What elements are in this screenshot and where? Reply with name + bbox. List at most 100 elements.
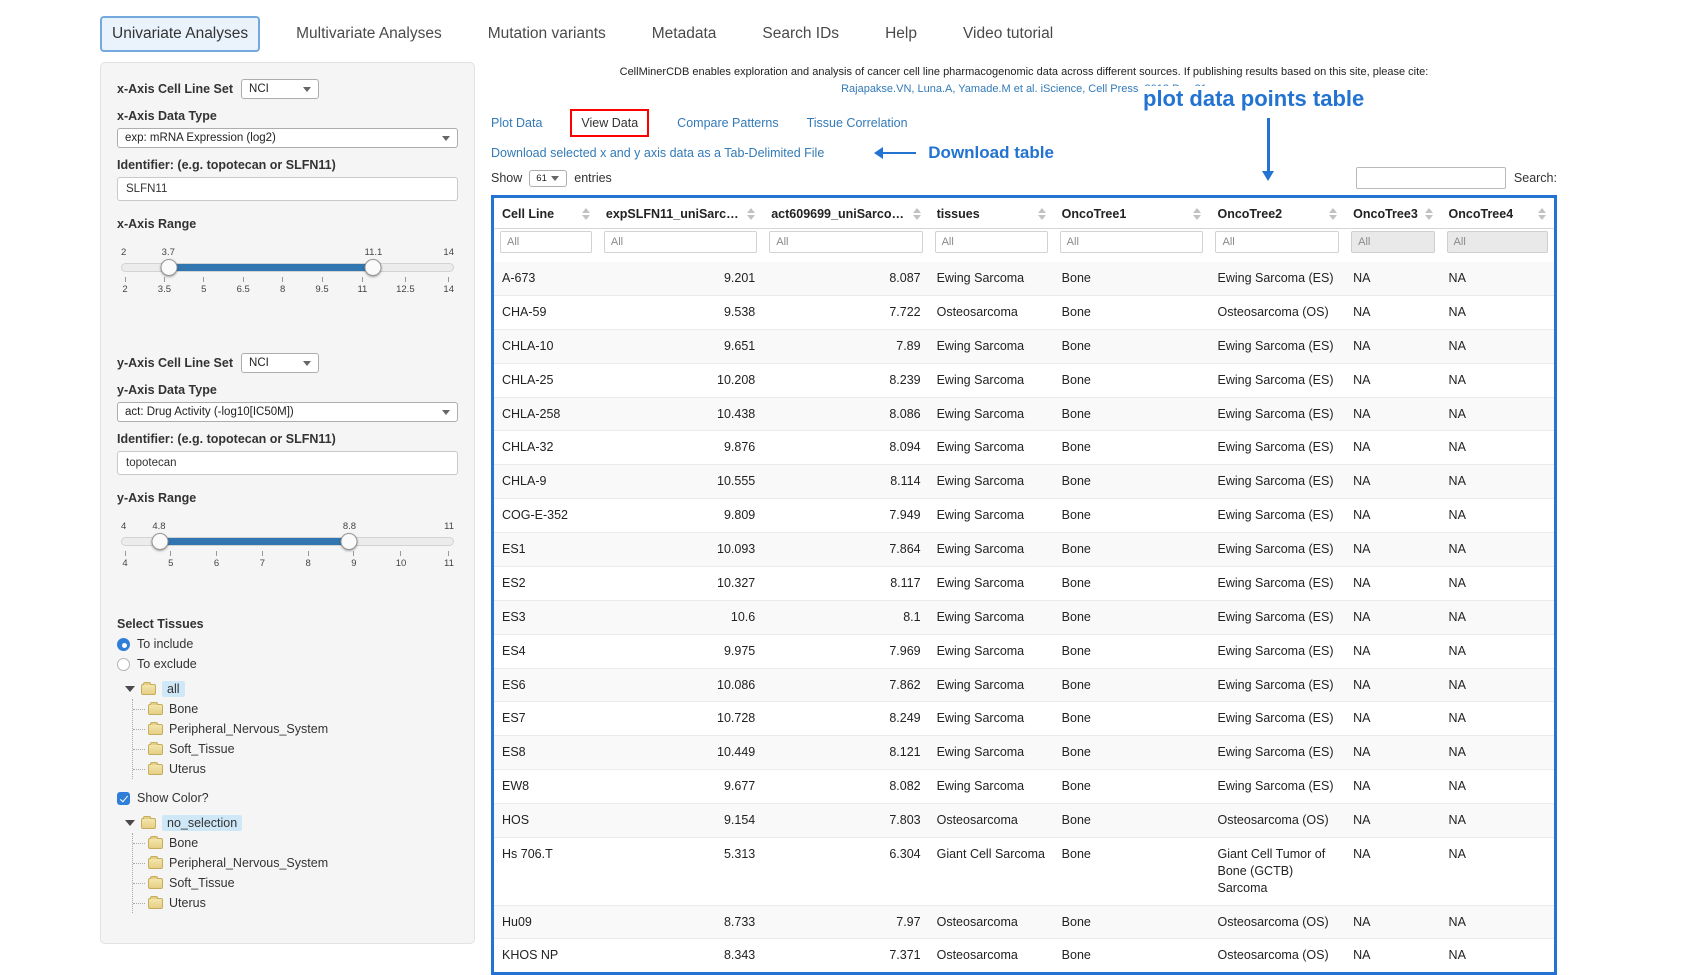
show-color-checkbox[interactable]: Show Color? bbox=[117, 791, 458, 805]
tick: 11 bbox=[357, 277, 367, 295]
sort-icon[interactable] bbox=[747, 208, 755, 220]
column-header[interactable]: Cell Line bbox=[494, 198, 598, 229]
expression-value-cell: 9.809 bbox=[598, 499, 763, 533]
column-header[interactable]: OncoTree4 bbox=[1441, 198, 1554, 229]
sort-icon[interactable] bbox=[1425, 208, 1433, 220]
tree-node-all[interactable]: all bbox=[125, 679, 458, 699]
search-input[interactable] bbox=[1356, 167, 1506, 189]
table-row[interactable]: Hs 706.T 5.313 6.304 Giant Cell Sarcoma … bbox=[494, 837, 1554, 905]
tree-node-tissue[interactable]: Peripheral_Nervous_System bbox=[133, 853, 458, 873]
tick: 9 bbox=[350, 551, 358, 569]
tab-univariate-analyses[interactable]: Univariate Analyses bbox=[100, 16, 260, 52]
activity-value-cell: 8.082 bbox=[763, 770, 928, 804]
table-row[interactable]: CHLA-10 9.651 7.89 Ewing Sarcoma Bone Ew… bbox=[494, 329, 1554, 363]
x-identifier-input[interactable] bbox=[117, 177, 458, 201]
tree-node-tissue[interactable]: Soft_Tissue bbox=[133, 873, 458, 893]
tree-node-tissue[interactable]: Bone bbox=[133, 833, 458, 853]
y-range-slider-fill bbox=[160, 538, 349, 545]
expression-value-cell: 10.086 bbox=[598, 668, 763, 702]
sort-icon[interactable] bbox=[1038, 208, 1046, 220]
column-filter-input[interactable]: All bbox=[1351, 231, 1434, 253]
table-row[interactable]: CHA-59 9.538 7.722 Osteosarcoma Bone Ost… bbox=[494, 295, 1554, 329]
column-header[interactable]: tissues bbox=[929, 198, 1054, 229]
column-filter-input[interactable]: All bbox=[935, 231, 1048, 253]
tree-expand-icon[interactable] bbox=[125, 686, 135, 692]
controls-sidebar: x-Axis Cell Line Set NCI x-Axis Data Typ… bbox=[100, 62, 475, 944]
table-row[interactable]: ES6 10.086 7.862 Ewing Sarcoma Bone Ewin… bbox=[494, 668, 1554, 702]
column-header[interactable]: act609699_uniSarcoma bbox=[763, 198, 928, 229]
column-header[interactable]: OncoTree2 bbox=[1209, 198, 1345, 229]
subtab-view-data[interactable]: View Data bbox=[581, 116, 638, 130]
column-header[interactable]: expSLFN11_uniSarcoma bbox=[598, 198, 763, 229]
tissue-cell: Ewing Sarcoma bbox=[929, 499, 1054, 533]
table-row[interactable]: ES3 10.6 8.1 Ewing Sarcoma Bone Ewing Sa… bbox=[494, 600, 1554, 634]
tree-node-tissue[interactable]: Peripheral_Nervous_System bbox=[133, 719, 458, 739]
column-filter-input[interactable]: All bbox=[1060, 231, 1204, 253]
column-filter-input[interactable]: All bbox=[1215, 231, 1339, 253]
sort-icon[interactable] bbox=[1329, 208, 1337, 220]
tree-node-no-selection[interactable]: no_selection bbox=[125, 813, 458, 833]
y-identifier-input[interactable] bbox=[117, 451, 458, 475]
y-range-handle-high[interactable] bbox=[341, 533, 358, 550]
table-row[interactable]: HOS 9.154 7.803 Osteosarcoma Bone Osteos… bbox=[494, 804, 1554, 838]
entries-count-select[interactable]: 61 bbox=[529, 170, 567, 187]
column-header[interactable]: OncoTree1 bbox=[1054, 198, 1210, 229]
sort-icon[interactable] bbox=[913, 208, 921, 220]
sort-icon[interactable] bbox=[1193, 208, 1201, 220]
tab-search-ids[interactable]: Search IDs bbox=[752, 18, 849, 50]
y-range-handle-low[interactable] bbox=[151, 533, 168, 550]
tree-node-tissue[interactable]: Uterus bbox=[133, 893, 458, 913]
sort-icon[interactable] bbox=[582, 208, 590, 220]
x-range-handle-low[interactable] bbox=[161, 259, 178, 276]
column-filter-input[interactable]: All bbox=[769, 231, 922, 253]
tissue-cell: Ewing Sarcoma bbox=[929, 702, 1054, 736]
download-table-annotation-text: Download table bbox=[928, 143, 1054, 163]
tab-metadata[interactable]: Metadata bbox=[642, 18, 727, 50]
y-range-slider-track[interactable] bbox=[121, 537, 454, 546]
x-data-type-select[interactable]: exp: mRNA Expression (log2) bbox=[117, 128, 458, 148]
tree-node-tissue[interactable]: Soft_Tissue bbox=[133, 739, 458, 759]
table-row[interactable]: ES8 10.449 8.121 Ewing Sarcoma Bone Ewin… bbox=[494, 736, 1554, 770]
tick: 5 bbox=[167, 551, 175, 569]
tree-expand-icon[interactable] bbox=[125, 820, 135, 826]
sort-icon[interactable] bbox=[1538, 208, 1546, 220]
column-header[interactable]: OncoTree3 bbox=[1345, 198, 1440, 229]
y-data-type-select[interactable]: act: Drug Activity (-log10[IC50M]) bbox=[117, 402, 458, 422]
table-row[interactable]: ES7 10.728 8.249 Ewing Sarcoma Bone Ewin… bbox=[494, 702, 1554, 736]
download-tab-delimited-link[interactable]: Download selected x and y axis data as a… bbox=[491, 146, 824, 160]
y-range-value-labels: 4 4.8 8.8 11 bbox=[121, 521, 454, 534]
table-row[interactable]: ES4 9.975 7.969 Ewing Sarcoma Bone Ewing… bbox=[494, 634, 1554, 668]
table-row[interactable]: CHLA-32 9.876 8.094 Ewing Sarcoma Bone E… bbox=[494, 431, 1554, 465]
cell-line-cell: HOS bbox=[494, 804, 598, 838]
oncotree1-cell: Bone bbox=[1054, 566, 1210, 600]
citation-link[interactable]: Rajapakse.VN, Luna.A, Yamade.M et al. iS… bbox=[491, 81, 1557, 98]
tab-help[interactable]: Help bbox=[875, 18, 927, 50]
table-row[interactable]: CHLA-25 10.208 8.239 Ewing Sarcoma Bone … bbox=[494, 363, 1554, 397]
table-row[interactable]: CHLA-9 10.555 8.114 Ewing Sarcoma Bone E… bbox=[494, 465, 1554, 499]
table-row[interactable]: ES2 10.327 8.117 Ewing Sarcoma Bone Ewin… bbox=[494, 566, 1554, 600]
subtab-compare-patterns[interactable]: Compare Patterns bbox=[677, 116, 778, 130]
subtab-tissue-correlation[interactable]: Tissue Correlation bbox=[807, 116, 908, 130]
tab-multivariate-analyses[interactable]: Multivariate Analyses bbox=[286, 18, 452, 50]
table-row[interactable]: EW8 9.677 8.082 Ewing Sarcoma Bone Ewing… bbox=[494, 770, 1554, 804]
tree-node-tissue[interactable]: Bone bbox=[133, 699, 458, 719]
column-filter-input[interactable]: All bbox=[604, 231, 757, 253]
tissues-exclude-radio[interactable]: To exclude bbox=[117, 657, 458, 671]
table-row[interactable]: Hu09 8.733 7.97 Osteosarcoma Bone Osteos… bbox=[494, 905, 1554, 939]
x-range-slider-track[interactable] bbox=[121, 263, 454, 272]
tissues-include-radio[interactable]: To include bbox=[117, 637, 458, 651]
column-filter-input[interactable]: All bbox=[500, 231, 592, 253]
table-row[interactable]: A-673 9.201 8.087 Ewing Sarcoma Bone Ewi… bbox=[494, 262, 1554, 295]
x-range-handle-high[interactable] bbox=[364, 259, 381, 276]
tab-mutation-variants[interactable]: Mutation variants bbox=[478, 18, 616, 50]
table-row[interactable]: COG-E-352 9.809 7.949 Ewing Sarcoma Bone… bbox=[494, 499, 1554, 533]
subtab-plot-data[interactable]: Plot Data bbox=[491, 116, 542, 130]
tab-video-tutorial[interactable]: Video tutorial bbox=[953, 18, 1063, 50]
table-row[interactable]: CHLA-258 10.438 8.086 Ewing Sarcoma Bone… bbox=[494, 397, 1554, 431]
y-cell-line-set-select[interactable]: NCI bbox=[241, 353, 319, 373]
table-body: A-673 9.201 8.087 Ewing Sarcoma Bone Ewi… bbox=[494, 262, 1554, 972]
tree-node-tissue[interactable]: Uterus bbox=[133, 759, 458, 779]
column-filter-input[interactable]: All bbox=[1447, 231, 1548, 253]
x-cell-line-set-select[interactable]: NCI bbox=[241, 79, 319, 99]
table-row[interactable]: ES1 10.093 7.864 Ewing Sarcoma Bone Ewin… bbox=[494, 533, 1554, 567]
